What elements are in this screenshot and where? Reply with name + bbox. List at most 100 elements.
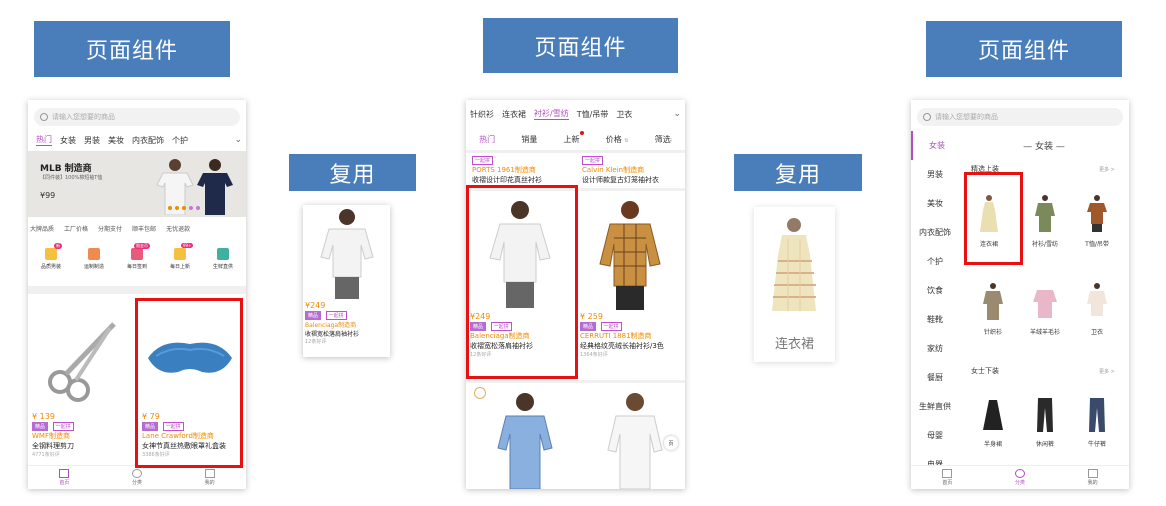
category-cell-cashmere[interactable]: 羊绒羊毛衫 <box>1025 282 1065 336</box>
page-component-label-1: 页面组件 <box>34 21 230 77</box>
product-name: 设计师款复古灯笼袖衬衣 <box>582 176 659 184</box>
tab-knitwear[interactable]: 针织衫 <box>470 109 494 120</box>
fresh-icon <box>217 248 229 260</box>
tab-men[interactable]: 男装 <box>84 135 100 146</box>
reused-product-card[interactable]: ¥249 精品 一起拼 Balenciaga制造商 收褶宽松落肩袖衬衫 12条好… <box>303 205 390 357</box>
nav-home[interactable]: 首页 <box>942 469 952 486</box>
category-cell-label: 针织衫 <box>983 329 1002 336</box>
sort-sales[interactable]: 销量 <box>521 134 537 145</box>
product-reviews: 1364条好评 <box>580 352 608 358</box>
feature-item: 分期支付 <box>98 226 123 233</box>
category-cell-knitwear[interactable]: 针织衫 <box>973 282 1013 336</box>
feature-item: 无忧退款 <box>166 226 191 233</box>
shortcut-fresh[interactable]: 生鲜直供 <box>204 248 242 270</box>
bag-icon <box>45 248 57 260</box>
chevron-down-icon[interactable]: ⌄ <box>234 135 242 145</box>
tab-dress[interactable]: 连衣裙 <box>502 109 526 120</box>
blue-shirt-model-image[interactable] <box>480 388 570 489</box>
nav-mine[interactable]: 我的 <box>204 469 215 486</box>
bottom-nav: 首页 分类 我的 <box>28 465 246 489</box>
product-tags: 精品 一起拼 <box>305 310 390 320</box>
shortcut-quality-men[interactable]: 新 品质男装 <box>32 243 70 270</box>
tab-women[interactable]: 女装 <box>60 135 76 146</box>
shortcut-new-daily[interactable]: 99+ 每日上新 <box>161 243 199 270</box>
search-icon <box>40 113 48 121</box>
nav-mine[interactable]: 我的 <box>1087 469 1098 486</box>
shortcut-badge: 新 <box>54 243 62 249</box>
tab-hoodie[interactable]: 卫衣 <box>616 109 632 120</box>
tab-hot[interactable]: 热门 <box>36 134 52 146</box>
category-cell-tshirt[interactable]: T恤/吊带 <box>1077 194 1117 248</box>
new-icon <box>174 248 186 260</box>
sidebar-item-women[interactable]: 女装 <box>911 131 959 160</box>
sidebar-item-beauty[interactable]: 美妆 <box>911 189 959 218</box>
tab-tshirt[interactable]: T恤/吊带 <box>577 109 609 120</box>
category-cell-hoodie[interactable]: 卫衣 <box>1077 282 1117 336</box>
search-input[interactable]: 请输入您想要的商品 <box>34 108 240 126</box>
sidebar-item-baby[interactable]: 母婴 <box>911 421 959 450</box>
section-title: — 女装 — <box>1023 142 1065 152</box>
more-link[interactable]: 更多 > <box>1099 368 1115 375</box>
shortcut-checkin[interactable]: 限金币 每日签到 <box>118 243 156 270</box>
product-card-partial[interactable]: 一起拼 Calvin Klein制造商 设计师款复古灯笼袖衬衣 <box>582 155 682 185</box>
shortcut-label: 每日签到 <box>126 264 147 270</box>
chevron-down-icon[interactable]: ⌄ <box>673 109 681 119</box>
sidebar-item-care[interactable]: 个护 <box>911 247 959 276</box>
shortcut-manufacture[interactable]: 运制制造 <box>75 248 113 270</box>
shortcut-label: 每日上新 <box>169 264 190 270</box>
divider <box>466 380 685 383</box>
group-title: 女士下装 <box>971 367 999 375</box>
sort-arrows-icon: ⇅ <box>624 138 629 144</box>
reused-category-cell[interactable]: 连衣裙 <box>754 207 835 362</box>
truck-icon <box>88 248 100 260</box>
category-cell-label: 卫衣 <box>1090 329 1103 336</box>
product-card[interactable]: ¥ 139 精品 一起拼 WMF制造商 全钢料理剪刀 4771条好评 <box>32 296 134 461</box>
category-cell-casual-pants[interactable]: 休闲裤 <box>1025 394 1065 448</box>
reuse-label-1: 复用 <box>289 154 416 191</box>
category-cell-jeans[interactable]: 牛仔裤 <box>1077 394 1117 448</box>
product-brand: Balenciaga制造商 <box>305 322 357 329</box>
sidebar-item-home-textile[interactable]: 家纺 <box>911 334 959 363</box>
more-link[interactable]: 更多 > <box>1099 166 1115 173</box>
sidebar-item-underwear[interactable]: 内衣配饰 <box>911 218 959 247</box>
sort-filter[interactable]: 筛选⦙ <box>655 134 672 145</box>
tab-underwear[interactable]: 内衣配饰 <box>132 135 164 146</box>
tab-beauty[interactable]: 美妆 <box>108 135 124 146</box>
category-icon <box>1014 469 1025 478</box>
product-tags: 精品 一起拼 <box>32 421 134 431</box>
nav-category[interactable]: 分类 <box>131 469 142 486</box>
tag-group: 一起拼 <box>582 156 604 165</box>
product-brand: Calvin Klein制造商 <box>582 166 645 174</box>
sort-hot[interactable]: 热门 <box>479 134 495 145</box>
nav-category[interactable]: 分类 <box>1014 469 1025 486</box>
nav-label: 首页 <box>59 480 70 486</box>
tab-care[interactable]: 个护 <box>172 135 188 146</box>
search-input[interactable]: 请输入您想要的商品 <box>917 108 1123 126</box>
category-cell-label: 休闲裤 <box>1035 441 1054 448</box>
nav-home[interactable]: 首页 <box>59 469 69 486</box>
category-cell-label: 衬衫/雪纺 <box>1031 241 1059 248</box>
promo-banner[interactable]: MLB 制造商 【同件装】100%棉短袖T恤 ¥99 <box>28 151 246 217</box>
floating-scroll-button[interactable]: 页 <box>664 436 678 450</box>
tab-shirt[interactable]: 衬衫/雪纺 <box>534 108 569 120</box>
product-tags: 精品 一起拼 <box>580 321 684 331</box>
shortcut-badge: 限金币 <box>134 243 150 249</box>
sidebar-item-fresh[interactable]: 生鲜直供 <box>911 392 959 421</box>
sidebar-item-food[interactable]: 饮食 <box>911 276 959 305</box>
sidebar-item-men[interactable]: 男装 <box>911 160 959 189</box>
shortcut-label: 运制制造 <box>83 264 104 270</box>
category-tabs: 热门 女装 男装 美妆 内衣配饰 个护 ⌄ <box>36 134 242 146</box>
banner-subtitle: 【同件装】100%棉短袖T恤 <box>40 175 103 181</box>
tag-premium: 精品 <box>32 422 49 431</box>
sort-price[interactable]: 价格 ⇅ <box>606 134 629 145</box>
sidebar-item-kitchen[interactable]: 餐厨 <box>911 363 959 392</box>
sort-new[interactable]: 上新 <box>564 131 584 145</box>
banner-title: MLB 制造商 <box>40 164 92 174</box>
product-card[interactable]: ¥ 259 精品 一起拼 CERRUTI 1881制造商 经典格纹亮绒长袖衬衫/… <box>580 194 684 358</box>
category-cell-shirt[interactable]: 衬衫/雪纺 <box>1025 194 1065 248</box>
nav-label: 我的 <box>1087 480 1098 486</box>
product-card-partial[interactable]: 一起拼 PORTS 1961制造商 收褶设计印花真丝衬衫 <box>472 155 572 185</box>
jeans-icon <box>1089 398 1105 432</box>
category-cell-skirt[interactable]: 半身裙 <box>973 394 1013 448</box>
sidebar-item-shoes[interactable]: 鞋靴 <box>911 305 959 334</box>
